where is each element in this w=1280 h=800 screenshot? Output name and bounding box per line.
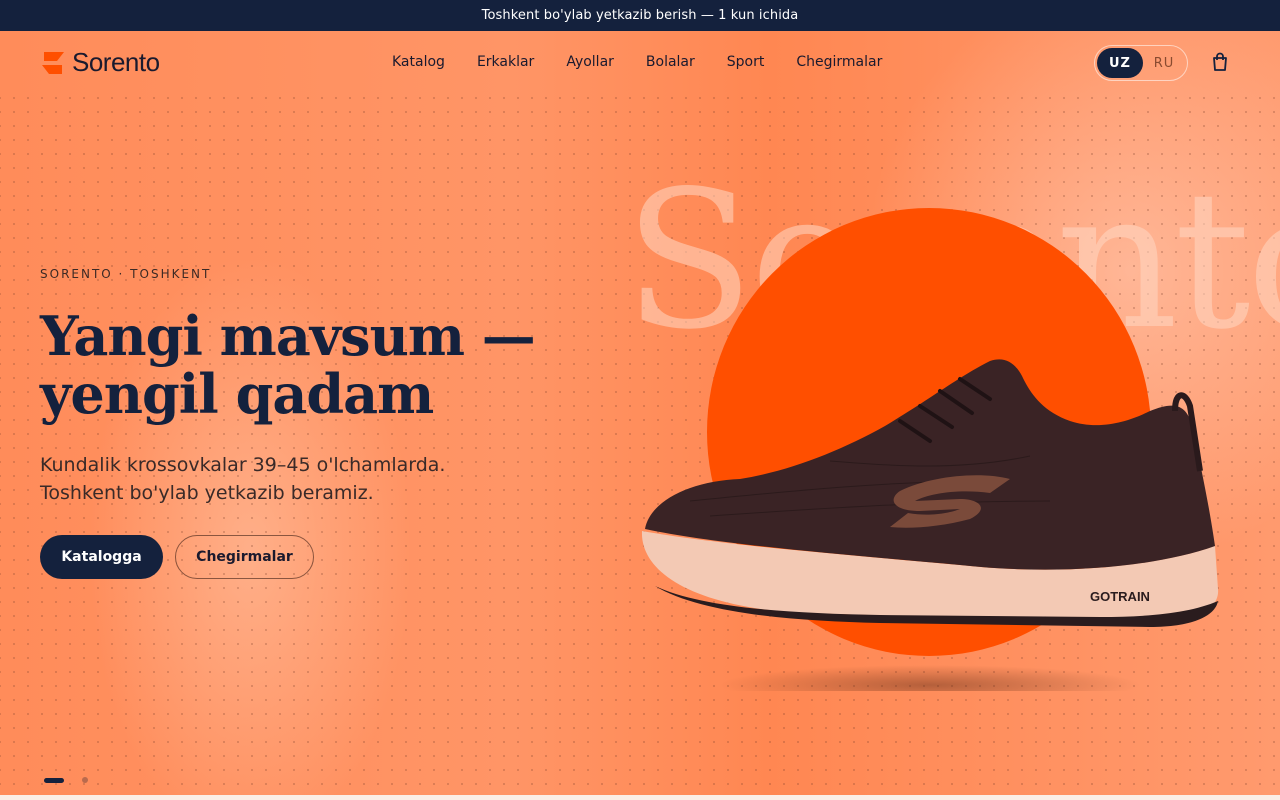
- page-bottom-strip: [0, 795, 1280, 800]
- chegirmalar-button[interactable]: Chegirmalar: [175, 535, 314, 579]
- katalogga-button[interactable]: Katalogga: [40, 535, 163, 579]
- lang-ru-button[interactable]: RU: [1143, 48, 1185, 78]
- nav-item-sport[interactable]: Sport: [711, 52, 781, 72]
- slide-dot-2[interactable]: [82, 777, 88, 783]
- subtext-line-2: Toshkent bo'ylab yetkazib beramiz.: [40, 482, 374, 504]
- hero-eyebrow: SORENTO · TOSHKENT: [40, 267, 212, 281]
- sorento-logo-icon: [42, 51, 64, 74]
- slider-pagination: [44, 777, 88, 783]
- promo-bar: Toshkent bo'ylab yetkazib berish — 1 kun…: [0, 0, 1280, 31]
- shoe-shadow: [720, 665, 1140, 691]
- main-nav: Katalog Erkaklar Ayollar Bolalar Sport C…: [376, 52, 898, 72]
- hero-subtext: Kundalik krossovkalar 39–45 o'lchamlarda…: [40, 451, 470, 507]
- lang-uz-button[interactable]: UZ: [1097, 48, 1143, 78]
- language-toggle: UZ RU: [1094, 45, 1188, 81]
- shoe-brand-text: GOTRAIN: [1090, 589, 1150, 604]
- sneaker-image: GOTRAIN: [641, 359, 1219, 691]
- logo-text: Sorento: [72, 47, 160, 77]
- hero-headline: Yangi mavsum — yengil qadam: [40, 307, 580, 423]
- shopping-bag-icon[interactable]: [1209, 51, 1231, 73]
- subtext-line-1: Kundalik krossovkalar 39–45 o'lchamlarda…: [40, 454, 446, 476]
- hero-section: Sorento GOTRAIN: [0, 31, 1280, 795]
- slide-dot-1[interactable]: [44, 777, 64, 783]
- nav-item-katalog[interactable]: Katalog: [376, 52, 461, 72]
- logo[interactable]: Sorento: [40, 47, 160, 78]
- headline-line-1: Yangi mavsum —: [40, 304, 536, 368]
- site-header: Sorento Katalog Erkaklar Ayollar Bolalar…: [0, 31, 1280, 93]
- nav-item-ayollar[interactable]: Ayollar: [550, 52, 630, 72]
- nav-item-erkaklar[interactable]: Erkaklar: [461, 52, 550, 72]
- nav-item-chegirmalar[interactable]: Chegirmalar: [780, 52, 898, 72]
- promo-text: Toshkent bo'ylab yetkazib berish — 1 kun…: [481, 8, 799, 23]
- shoe-upper: [645, 359, 1215, 570]
- nav-item-bolalar[interactable]: Bolalar: [630, 52, 711, 72]
- headline-line-2: yengil qadam: [40, 362, 434, 426]
